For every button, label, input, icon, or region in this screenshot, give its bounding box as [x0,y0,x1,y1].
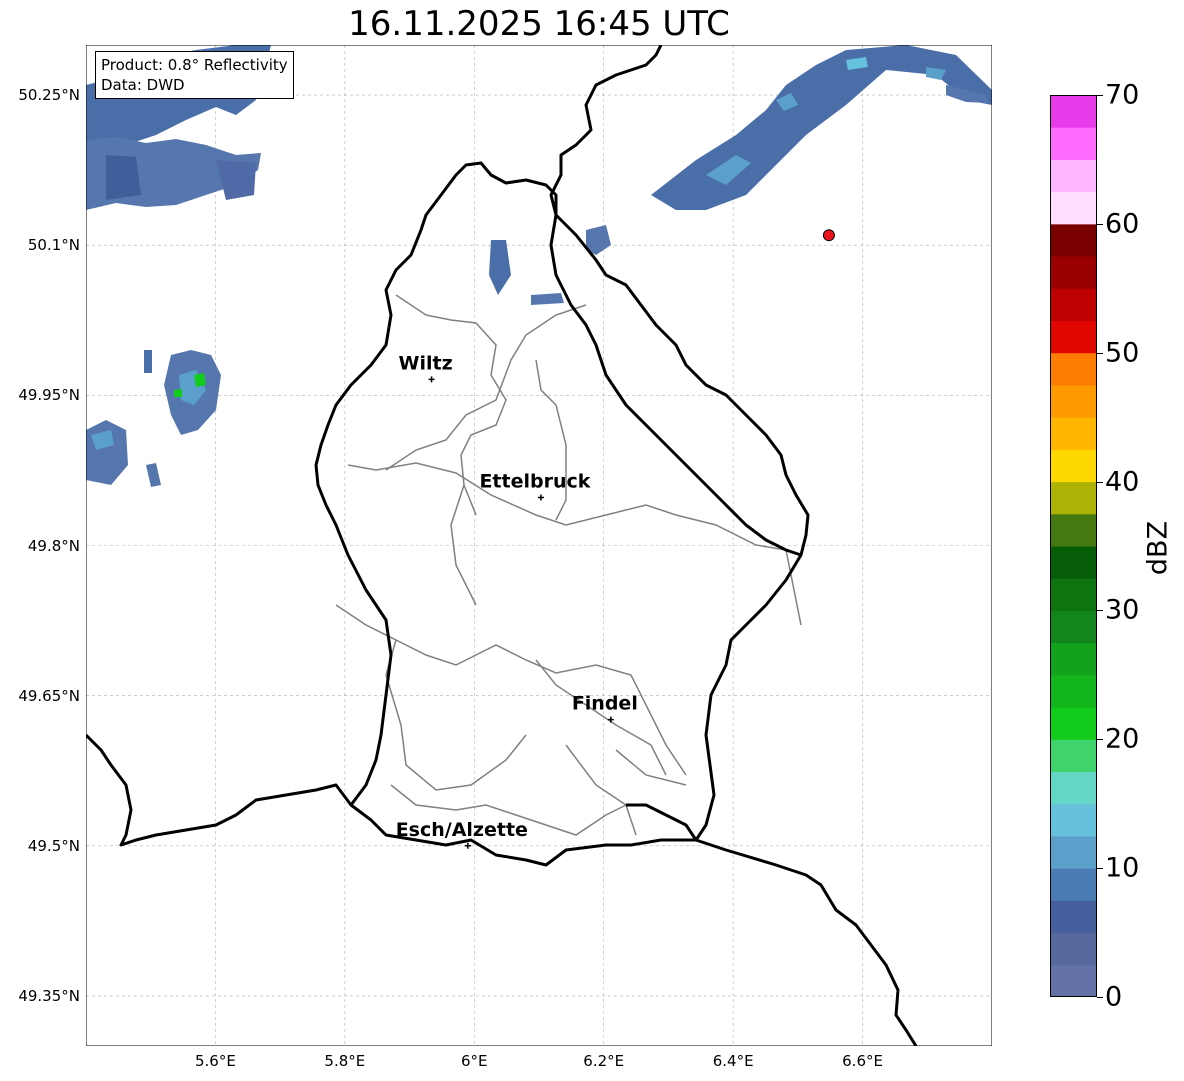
latitude-label: 49.5°N [27,836,80,855]
city-label: Ettelbruck [479,470,590,492]
colorbar-segment [1050,256,1097,289]
colorbar-segment [1050,642,1097,676]
latitude-label: 49.95°N [18,386,80,405]
latitude-label: 49.8°N [27,536,80,555]
colorbar-segment [1050,932,1097,966]
colorbar-tick-label: 30 [1105,594,1140,626]
colorbar-tick-label: 10 [1105,852,1140,884]
colorbar-segment [1050,739,1097,772]
colorbar-segment [1050,835,1097,869]
info-box: Product: 0.8° Reflectivity Data: DWD [95,51,294,99]
radar-map: Wiltz Ettelbruck Findel Esch/Alzette [86,45,992,1046]
data-source-text: Data: DWD [101,76,185,94]
colorbar-segment [1050,95,1097,128]
colorbar-tick-mark [1097,352,1103,354]
colorbar-segment [1050,159,1097,193]
colorbar-tick-label: 0 [1105,981,1123,1013]
longitude-label: 6.4°E [712,1052,754,1070]
echo-cluster [144,350,152,373]
colorbar-segment [1050,707,1097,740]
colorbar-segment [1050,674,1097,708]
colorbar-tick-mark [1097,95,1103,96]
colorbar-segment [1050,771,1097,805]
colorbar-segment [1050,127,1097,160]
colorbar-tick-mark [1097,868,1103,870]
colorbar-segment [1050,900,1097,934]
city-label: Findel [572,693,638,715]
radar-site-marker [822,229,835,242]
echo-cluster [531,293,564,305]
product-text: Product: 0.8° Reflectivity [101,56,288,74]
colorbar-segment [1050,610,1097,644]
colorbar-segment [1050,417,1097,450]
colorbar-segment [1050,868,1097,901]
colorbar-segment [1050,320,1097,354]
colorbar-tick-mark [1097,223,1103,225]
colorbar-segment [1050,352,1097,386]
colorbar-tick-label: 20 [1105,723,1140,755]
colorbar-segment [1050,384,1097,418]
colorbar-tick-mark [1097,997,1103,998]
colorbar [1050,95,1097,997]
echo-cluster [174,389,182,397]
longitude-label: 6.6°E [842,1052,883,1070]
colorbar-tick-mark [1097,481,1103,483]
echo-cluster [194,373,206,387]
colorbar-segment [1050,578,1097,611]
latitude-label: 50.25°N [18,86,80,105]
city-label: Esch/Alzette [396,819,528,841]
city-label: Wiltz [399,352,453,374]
colorbar-segment [1050,223,1097,257]
colorbar-segment [1050,546,1097,579]
colorbar-segment [1050,803,1097,837]
colorbar-segment [1050,481,1097,515]
colorbar-tick-label: 50 [1105,337,1140,369]
map-title: 16.11.2025 16:45 UTC [348,4,730,44]
colorbar-tick-mark [1097,610,1103,612]
colorbar-segment [1050,964,1097,997]
latitude-label: 49.65°N [18,686,80,705]
echo-cluster [106,155,141,200]
latitude-label: 50.1°N [27,236,80,255]
colorbar-segment [1050,288,1097,321]
longitude-label: 6°E [461,1052,488,1070]
longitude-label: 6.2°E [583,1052,625,1070]
colorbar-label: dBZ [1142,520,1174,576]
colorbar-tick-label: 40 [1105,466,1140,498]
colorbar-segment [1050,449,1097,483]
colorbar-tick-label: 60 [1105,208,1140,240]
colorbar-tick-label: 70 [1105,79,1140,111]
longitude-label: 5.6°E [195,1052,236,1070]
longitude-label: 5.8°E [324,1052,366,1070]
colorbar-segment [1050,513,1097,547]
colorbar-segment [1050,191,1097,225]
colorbar-tick-mark [1097,739,1103,741]
latitude-label: 49.35°N [18,986,80,1005]
